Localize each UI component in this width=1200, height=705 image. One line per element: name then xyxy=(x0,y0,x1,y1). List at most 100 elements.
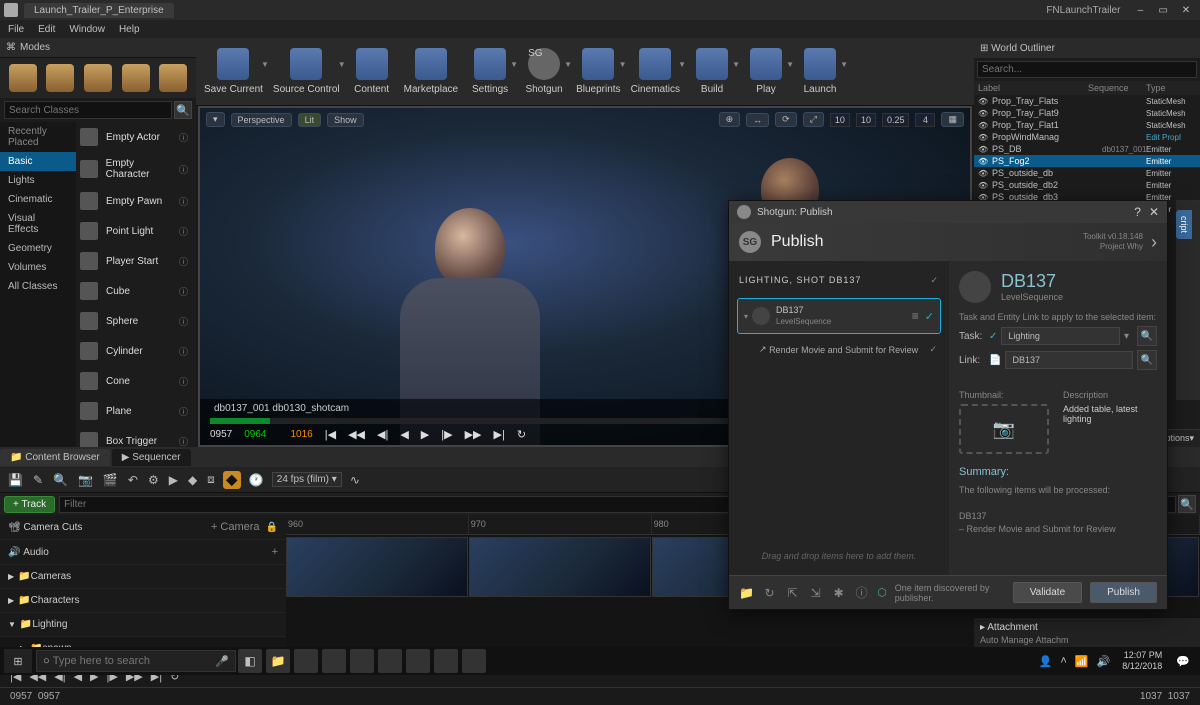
gear-icon[interactable]: ⚙ xyxy=(146,471,161,489)
cinematics-button[interactable]: Cinematics▼ xyxy=(631,48,680,95)
shot-header[interactable]: LIGHTING, SHOT DB137✓ xyxy=(737,269,941,292)
restore-icon[interactable]: ▭ xyxy=(1155,5,1171,16)
browse-icon[interactable]: 📁 xyxy=(739,583,754,603)
tray-network-icon[interactable]: 📶 xyxy=(1071,655,1093,668)
tray-up-icon[interactable]: ˄ xyxy=(1056,655,1070,667)
scale-snap[interactable]: 0.25 xyxy=(882,113,910,127)
add-button[interactable]: + xyxy=(272,546,278,558)
outliner-row[interactable]: 👁Prop_Tray_Flat9StaticMesh xyxy=(974,107,1200,119)
step-fwd-icon[interactable]: ▶▶ xyxy=(465,428,482,441)
goto-end-icon[interactable]: ▶| xyxy=(494,428,505,441)
show-toggle[interactable]: Show xyxy=(327,113,364,127)
outliner-row[interactable]: 👁PS_DBdb0137_001, db0270_001Emitter xyxy=(974,143,1200,155)
next-frame-icon[interactable]: |▶ xyxy=(441,428,452,441)
angle-snap[interactable]: 10 xyxy=(856,113,876,127)
track-camera-cuts[interactable]: 📽 Camera Cuts + Camera 🔒 xyxy=(0,515,286,540)
content-button[interactable]: Content xyxy=(350,48,394,95)
minimize-icon[interactable]: – xyxy=(1132,5,1148,16)
save-icon[interactable]: 💾 xyxy=(6,471,25,489)
lock-icon[interactable]: 🔒 xyxy=(266,522,278,533)
source-control-button[interactable]: Source Control▼ xyxy=(273,48,340,95)
outliner-row[interactable]: 👁Prop_Tray_FlatsStaticMesh xyxy=(974,95,1200,107)
lit-toggle[interactable]: Lit xyxy=(298,113,322,127)
outliner-row[interactable]: 👁PS_outside_db2Emitter xyxy=(974,179,1200,191)
prev-frame-icon[interactable]: ◀| xyxy=(377,428,388,441)
actor-item[interactable]: Cubeⓘ xyxy=(76,276,196,306)
shotgun-app-icon[interactable] xyxy=(434,649,458,673)
paint-mode-icon[interactable] xyxy=(46,64,74,92)
cat-geometry[interactable]: Geometry xyxy=(0,239,76,258)
outliner-row[interactable]: 👁PS_outside_dbEmitter xyxy=(974,167,1200,179)
cat-lights[interactable]: Lights xyxy=(0,171,76,190)
actor-item[interactable]: Planeⓘ xyxy=(76,396,196,426)
refresh-icon[interactable]: ↻ xyxy=(762,583,777,603)
publish-button[interactable]: Publish xyxy=(1090,582,1157,603)
track-cameras[interactable]: ▶📁 Cameras xyxy=(0,565,286,589)
actor-item[interactable]: Coneⓘ xyxy=(76,366,196,396)
step-back-icon[interactable]: ◀◀ xyxy=(348,428,365,441)
actor-item[interactable]: Empty Pawnⓘ xyxy=(76,186,196,216)
actor-item[interactable]: Point Lightⓘ xyxy=(76,216,196,246)
script-tab[interactable]: cript xyxy=(1176,210,1192,239)
app-icon[interactable] xyxy=(322,649,346,673)
actor-item[interactable]: Sphereⓘ xyxy=(76,306,196,336)
cat-cinematic[interactable]: Cinematic xyxy=(0,190,76,209)
actor-item[interactable]: Cylinderⓘ xyxy=(76,336,196,366)
actor-item[interactable]: Box Triggerⓘ xyxy=(76,426,196,447)
search-icon[interactable]: 🔍 xyxy=(174,101,192,119)
play-button[interactable]: Play▼ xyxy=(744,48,788,95)
foliage-mode-icon[interactable] xyxy=(122,64,150,92)
play-icon[interactable]: ▶ xyxy=(167,471,180,489)
project-tab[interactable]: Launch_Trailer_P_Enterprise xyxy=(24,3,174,18)
dialog-titlebar[interactable]: Shotgun: Publish ? ✕ xyxy=(729,201,1167,223)
cat-vfx[interactable]: Visual Effects xyxy=(0,209,76,239)
outliner-search-input[interactable] xyxy=(977,61,1197,78)
taskbar-search-input[interactable] xyxy=(53,655,216,667)
range-start[interactable]: 0957 xyxy=(10,691,32,702)
actor-item[interactable]: Empty Characterⓘ xyxy=(76,152,196,186)
publish-subitem[interactable]: ↗ Render Movie and Submit for Review ✓ xyxy=(755,338,941,361)
info-icon[interactable]: ⓘ xyxy=(854,583,869,603)
search-icon[interactable]: 🔍 xyxy=(1137,350,1157,370)
link-field[interactable]: DB137 xyxy=(1005,351,1133,369)
place-mode-icon[interactable] xyxy=(9,64,37,92)
clock-icon[interactable]: 🕐 xyxy=(247,471,266,489)
fps-selector[interactable]: 24 fps (film) ▾ xyxy=(272,472,342,487)
app-icon[interactable] xyxy=(378,649,402,673)
help-icon[interactable]: ? xyxy=(1134,205,1141,219)
close-icon[interactable]: ✕ xyxy=(1149,205,1159,219)
thumbnail-dropzone[interactable]: 📷 xyxy=(959,404,1049,454)
scale-icon[interactable]: ⤢ xyxy=(803,112,824,127)
explorer-icon[interactable]: 📁 xyxy=(266,649,290,673)
search-classes-input[interactable] xyxy=(4,101,172,119)
validate-button[interactable]: Validate xyxy=(1013,582,1082,603)
task-field[interactable]: Lighting xyxy=(1001,327,1120,345)
check-all-icon[interactable]: ✱ xyxy=(831,583,846,603)
grid-icon[interactable]: ▦ xyxy=(941,112,964,127)
cat-all[interactable]: All Classes xyxy=(0,277,76,296)
camera-icon[interactable]: 🎬 xyxy=(101,471,120,489)
play-reverse-icon[interactable]: ◀ xyxy=(400,428,408,441)
mic-icon[interactable]: 🎤 xyxy=(215,655,229,668)
save-current-button[interactable]: Save Current▼ xyxy=(204,48,263,95)
app-icon[interactable] xyxy=(406,649,430,673)
menu-help[interactable]: Help xyxy=(119,24,140,35)
key-icon[interactable]: ◆ xyxy=(186,471,199,489)
undo-icon[interactable]: ↶ xyxy=(126,471,140,489)
cat-volumes[interactable]: Volumes xyxy=(0,258,76,277)
search-icon[interactable]: 🔍 xyxy=(1137,326,1157,346)
track-lighting[interactable]: ▼📁 Lighting xyxy=(0,613,286,637)
landscape-mode-icon[interactable] xyxy=(84,64,112,92)
start-button[interactable]: ⊞ xyxy=(4,649,32,673)
description-text[interactable]: Added table, latest lighting xyxy=(1063,404,1157,424)
cam-speed[interactable]: 4 xyxy=(915,113,935,127)
app-icon[interactable] xyxy=(294,649,318,673)
task-view-icon[interactable]: ◧ xyxy=(238,649,262,673)
geometry-mode-icon[interactable] xyxy=(159,64,187,92)
chrome-icon[interactable] xyxy=(350,649,374,673)
expand-icon[interactable]: ⇱ xyxy=(785,583,800,603)
loop-icon[interactable]: ↻ xyxy=(517,428,526,441)
settings-button[interactable]: Settings▼ xyxy=(468,48,512,95)
tray-people-icon[interactable]: 👤 xyxy=(1035,655,1057,668)
render-icon[interactable]: 📷 xyxy=(76,471,95,489)
